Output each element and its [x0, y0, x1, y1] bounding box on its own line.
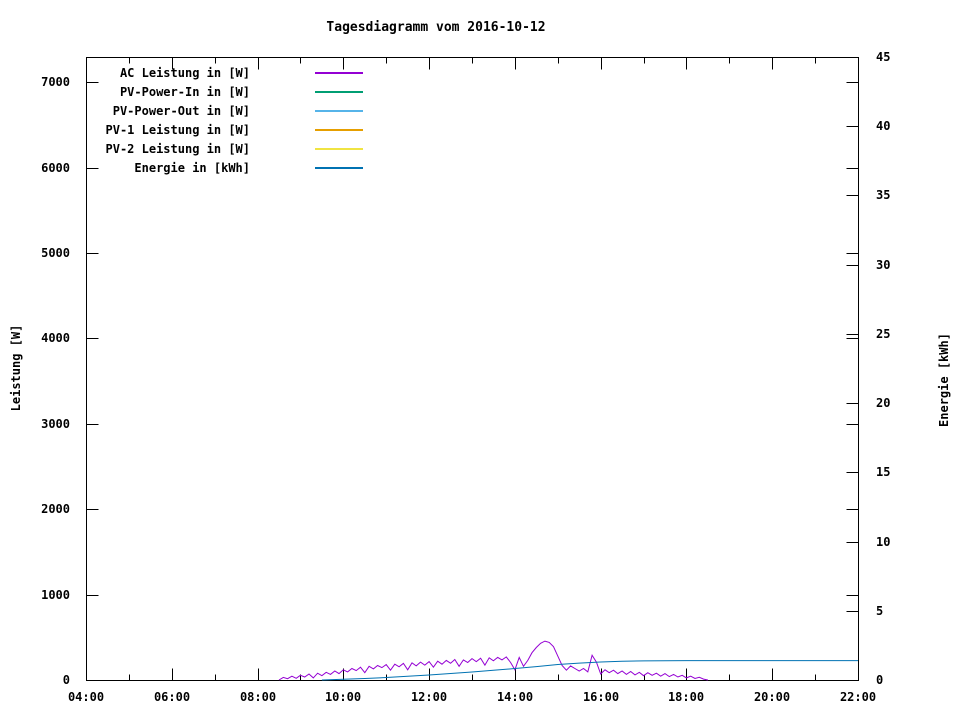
- x-tick-label: 08:00: [240, 690, 276, 704]
- legend-label: Energie in [kWh]: [134, 160, 250, 175]
- x-tick-label: 16:00: [583, 690, 619, 704]
- daily-pv-chart: Tagesdiagramm vom 2016-10-12 Leistung [W…: [0, 0, 960, 720]
- legend-item: PV-2 Leistung in [W]: [86, 139, 363, 158]
- x-tick-label: 18:00: [668, 690, 704, 704]
- y1-tick-label: 3000: [41, 417, 70, 431]
- x-tick-label: 06:00: [154, 690, 190, 704]
- x-tick-label: 22:00: [840, 690, 876, 704]
- legend-line-sample: [315, 147, 363, 150]
- legend-item: PV-Power-In in [W]: [86, 82, 363, 101]
- y2-tick-label: 40: [876, 119, 890, 133]
- legend-label: PV-2 Leistung in [W]: [105, 141, 251, 156]
- x-tick-label: 04:00: [68, 690, 104, 704]
- y1-tick-label: 0: [63, 673, 70, 687]
- x-tick-label: 12:00: [411, 690, 447, 704]
- y2-tick-label: 10: [876, 535, 890, 549]
- x-tick-label: 10:00: [325, 690, 361, 704]
- y1-tick-label: 5000: [41, 246, 70, 260]
- legend: AC Leistung in [W] PV-Power-In in [W] PV…: [86, 63, 363, 177]
- legend-line-sample: [315, 71, 363, 74]
- y1-tick-label: 6000: [41, 161, 70, 175]
- legend-item: AC Leistung in [W]: [86, 63, 363, 82]
- legend-item: PV-1 Leistung in [W]: [86, 120, 363, 139]
- legend-label: AC Leistung in [W]: [119, 65, 250, 80]
- y1-tick-label: 4000: [41, 331, 70, 345]
- y2-tick-label: 25: [876, 327, 890, 341]
- x-tick-label: 20:00: [754, 690, 790, 704]
- legend-line-sample: [315, 109, 363, 112]
- y2-tick-label: 0: [876, 673, 883, 687]
- legend-line-sample: [315, 166, 363, 169]
- legend-item: PV-Power-Out in [W]: [86, 101, 363, 120]
- legend-label: PV-Power-In in [W]: [119, 84, 250, 99]
- legend-label: PV-Power-Out in [W]: [112, 103, 250, 118]
- legend-item: Energie in [kWh]: [86, 158, 363, 177]
- y2-tick-label: 45: [876, 50, 890, 64]
- y1-tick-label: 2000: [41, 502, 70, 516]
- y1-tick-label: 1000: [41, 588, 70, 602]
- y2-tick-label: 35: [876, 188, 890, 202]
- y2-tick-label: 30: [876, 258, 890, 272]
- x-tick-label: 14:00: [497, 690, 533, 704]
- y1-tick-label: 7000: [41, 75, 70, 89]
- legend-label: PV-1 Leistung in [W]: [105, 122, 251, 137]
- y2-tick-label: 20: [876, 396, 890, 410]
- y2-tick-label: 5: [876, 604, 883, 618]
- legend-line-sample: [315, 128, 363, 131]
- y2-tick-label: 15: [876, 465, 890, 479]
- legend-line-sample: [315, 90, 363, 93]
